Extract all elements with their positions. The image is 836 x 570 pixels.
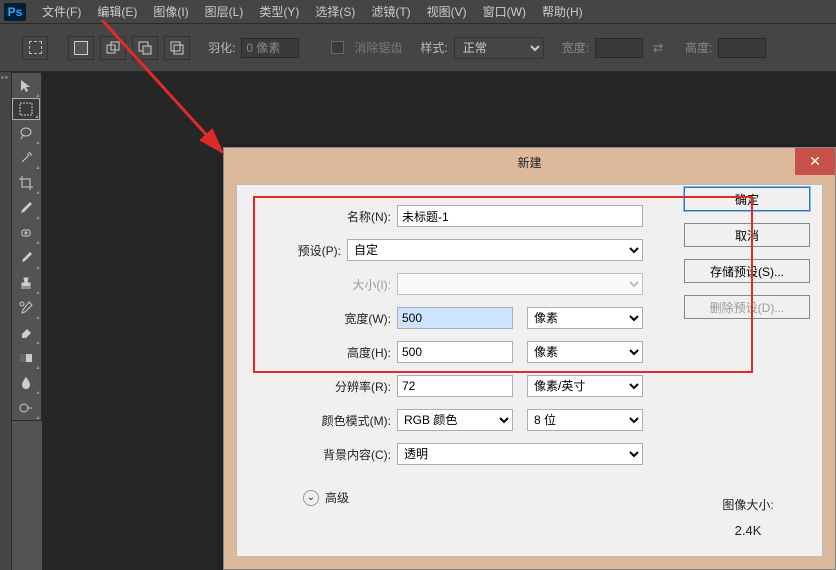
menu-image[interactable]: 图像(I) — [145, 0, 196, 23]
tool-bar — [12, 72, 42, 421]
image-size-display: 图像大小: 2.4K — [684, 496, 812, 538]
resolution-unit-select[interactable]: 像素/英寸 — [527, 375, 643, 397]
menu-help[interactable]: 帮助(H) — [534, 0, 591, 23]
dialog-title: 新建 ✕ — [224, 148, 835, 176]
swap-icon: ⇄ — [653, 41, 663, 55]
name-input[interactable] — [397, 205, 643, 227]
color-mode-label: 颜色模式(M): — [247, 412, 397, 429]
gradient-tool[interactable] — [12, 345, 40, 370]
background-label: 背景内容(C): — [247, 446, 397, 463]
size-select — [397, 273, 643, 295]
app-logo: Ps — [4, 3, 26, 21]
eraser-tool[interactable] — [12, 320, 40, 345]
panel-strip: ▸▸ — [0, 72, 12, 570]
style-select[interactable]: 正常 — [454, 37, 544, 59]
new-document-dialog: 新建 ✕ 名称(N): 预设(P): 自定 大小(I): 宽度(W): 像素 高… — [223, 147, 836, 570]
style-label: 样式: — [420, 39, 447, 56]
cancel-button[interactable]: 取消 — [684, 223, 810, 247]
background-select[interactable]: 透明 — [397, 443, 643, 465]
menu-window[interactable]: 窗口(W) — [475, 0, 534, 23]
tool-preset-picker[interactable] — [22, 36, 48, 60]
resolution-label: 分辨率(R): — [247, 378, 397, 395]
chevron-down-icon: ⌄ — [303, 490, 319, 506]
preset-select[interactable]: 自定 — [347, 239, 643, 261]
add-selection-icon[interactable] — [100, 36, 126, 60]
intersect-selection-icon[interactable] — [164, 36, 190, 60]
height-label: 高度(H): — [247, 344, 397, 361]
antialias-label: 消除锯齿 — [354, 39, 402, 56]
brush-tool[interactable] — [12, 245, 40, 270]
delete-preset-button: 删除预设(D)... — [684, 295, 810, 319]
antialias-checkbox — [331, 41, 344, 54]
menu-bar: Ps 文件(F) 编辑(E) 图像(I) 图层(L) 类型(Y) 选择(S) 滤… — [0, 0, 836, 24]
name-label: 名称(N): — [247, 208, 397, 225]
opt-height-input — [718, 38, 766, 58]
menu-filter[interactable]: 滤镜(T) — [363, 0, 418, 23]
menu-select[interactable]: 选择(S) — [307, 0, 363, 23]
width-label: 宽度(W): — [247, 310, 397, 327]
feather-label: 羽化: — [208, 39, 235, 56]
new-selection-icon[interactable] — [68, 36, 94, 60]
lasso-tool[interactable] — [12, 120, 40, 145]
height-unit-select[interactable]: 像素 — [527, 341, 643, 363]
color-mode-select[interactable]: RGB 颜色 — [397, 409, 513, 431]
preset-label: 预设(P): — [247, 242, 347, 259]
menu-edit[interactable]: 编辑(E) — [89, 0, 145, 23]
menu-view[interactable]: 视图(V) — [419, 0, 475, 23]
width-input[interactable] — [397, 307, 513, 329]
history-brush-tool[interactable] — [12, 295, 40, 320]
menu-file[interactable]: 文件(F) — [34, 0, 89, 23]
resolution-input[interactable] — [397, 375, 513, 397]
heal-tool[interactable] — [12, 220, 40, 245]
eyedropper-tool[interactable] — [12, 195, 40, 220]
menu-type[interactable]: 类型(Y) — [251, 0, 307, 23]
width-unit-select[interactable]: 像素 — [527, 307, 643, 329]
size-label: 大小(I): — [247, 276, 397, 293]
feather-input[interactable] — [241, 38, 299, 58]
close-icon[interactable]: ✕ — [795, 148, 835, 175]
move-tool[interactable] — [12, 73, 40, 98]
dodge-tool[interactable] — [12, 395, 40, 420]
dialog-body: 名称(N): 预设(P): 自定 大小(I): 宽度(W): 像素 高度(H):… — [236, 184, 823, 557]
options-bar: 羽化: 消除锯齿 样式: 正常 宽度: ⇄ 高度: — [0, 24, 836, 72]
stamp-tool[interactable] — [12, 270, 40, 295]
ok-button[interactable]: 确定 — [684, 187, 810, 211]
opt-height-label: 高度: — [685, 39, 712, 56]
blur-tool[interactable] — [12, 370, 40, 395]
subtract-selection-icon[interactable] — [132, 36, 158, 60]
opt-width-label: 宽度: — [562, 39, 589, 56]
height-input[interactable] — [397, 341, 513, 363]
marquee-tool[interactable] — [12, 98, 40, 120]
crop-tool[interactable] — [12, 170, 40, 195]
opt-width-input — [595, 38, 643, 58]
wand-tool[interactable] — [12, 145, 40, 170]
menu-layer[interactable]: 图层(L) — [197, 0, 252, 23]
save-preset-button[interactable]: 存储预设(S)... — [684, 259, 810, 283]
bit-depth-select[interactable]: 8 位 — [527, 409, 643, 431]
